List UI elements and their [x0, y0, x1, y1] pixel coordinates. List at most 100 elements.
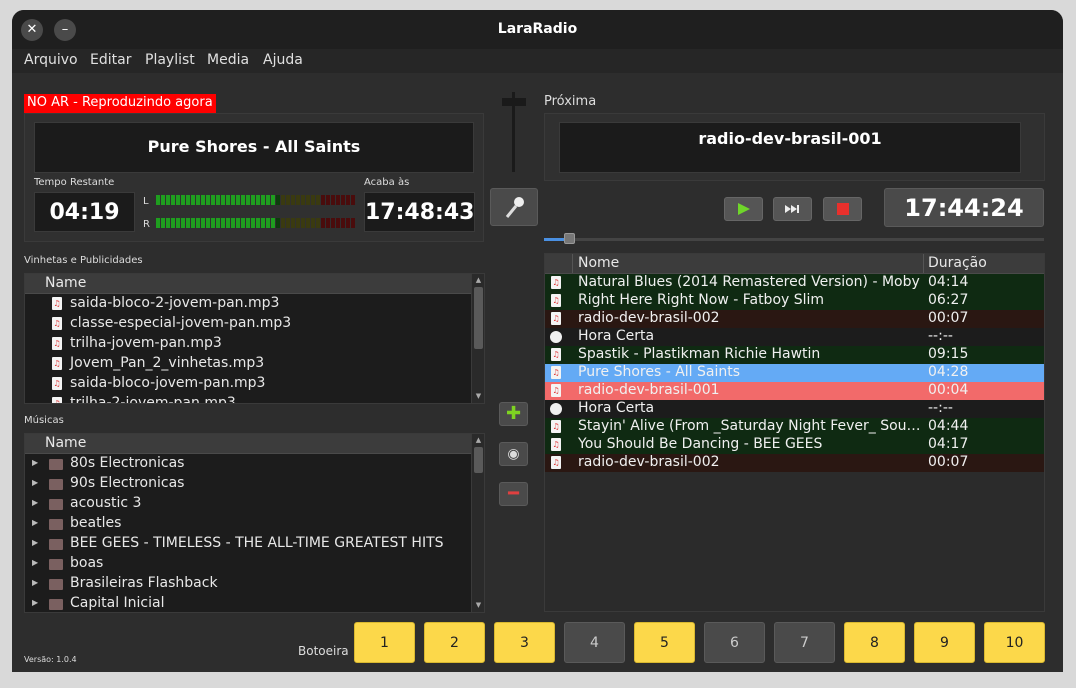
music-header[interactable]: Name: [25, 434, 484, 454]
jingles-header[interactable]: Name: [25, 274, 484, 294]
expand-arrow-icon[interactable]: ▶: [32, 558, 38, 567]
expand-arrow-icon[interactable]: ▶: [32, 538, 38, 547]
botoeira-button-7[interactable]: 7: [774, 622, 835, 663]
playlist-header-duration[interactable]: Duração: [928, 255, 987, 271]
scroll-up-icon[interactable]: ▲: [474, 436, 483, 445]
playlist-header-icon-col[interactable]: [545, 254, 573, 273]
add-to-playlist-button[interactable]: ✚: [499, 402, 528, 426]
botoeira-button-2[interactable]: 2: [424, 622, 485, 663]
playlist-row[interactable]: ♫ Right Here Right Now - Fatboy Slim 06:27: [545, 292, 1044, 310]
botoeira-button-3[interactable]: 3: [494, 622, 555, 663]
folder-name: Brasileiras Flashback: [70, 575, 218, 591]
music-folder-row[interactable]: ▶ 80s Electronicas: [25, 454, 484, 474]
meter-segment: [331, 195, 335, 205]
jingles-scroll-thumb[interactable]: [474, 287, 483, 349]
meter-segment: [271, 195, 275, 205]
playlist-row[interactable]: ♫ You Should Be Dancing - BEE GEES 04:17: [545, 436, 1044, 454]
botoeira-button-1[interactable]: 1: [354, 622, 415, 663]
meter-segment: [201, 195, 205, 205]
jingle-row[interactable]: ♫ saida-bloco-jovem-pan.mp3: [25, 374, 484, 394]
music-scroll-thumb[interactable]: [474, 447, 483, 473]
playlist-item-duration: --:--: [928, 328, 953, 344]
playlist-header-name[interactable]: Nome: [578, 255, 619, 271]
next-panel: radio-dev-brasil-001: [544, 113, 1045, 181]
expand-arrow-icon[interactable]: ▶: [32, 498, 38, 507]
menu-editar[interactable]: Editar: [90, 52, 131, 68]
music-folder-row[interactable]: ▶ Brasileiras Flashback: [25, 574, 484, 594]
playlist-item-duration: 04:28: [928, 364, 969, 380]
expand-arrow-icon[interactable]: ▶: [32, 578, 38, 587]
seek-progress: [544, 238, 566, 241]
scroll-down-icon[interactable]: ▼: [474, 601, 483, 610]
stop-button[interactable]: [823, 197, 862, 221]
music-list[interactable]: Name ▶ 80s Electronicas ▶ 90s Electronicas ▶…: [24, 433, 485, 613]
playlist-row[interactable]: ♫ Pure Shores - All Saints 04:28: [545, 364, 1044, 382]
playlist-item-duration: 04:14: [928, 274, 969, 290]
title-bar: ✕ – LaraRadio: [12, 10, 1063, 49]
music-file-icon: ♫: [551, 348, 561, 361]
jingles-list[interactable]: Name ♫ saida-bloco-2-jovem-pan.mp3 ♫ classe…: [24, 273, 485, 404]
volume-slider-handle[interactable]: [502, 98, 526, 107]
scroll-up-icon[interactable]: ▲: [474, 276, 483, 285]
scroll-down-icon[interactable]: ▼: [474, 392, 483, 401]
playlist-item-name: Stayin' Alive (From _Saturday Night Feve…: [578, 418, 923, 434]
expand-arrow-icon[interactable]: ▶: [32, 518, 38, 527]
playlist-row[interactable]: ♫ Stayin' Alive (From _Saturday Night Fev…: [545, 418, 1044, 436]
playlist-row[interactable]: ♫ radio-dev-brasil-001 00:04: [545, 382, 1044, 400]
seek-bar[interactable]: [544, 238, 1044, 241]
music-folder-row[interactable]: ▶ 90s Electronicas: [25, 474, 484, 494]
microphone-button[interactable]: [490, 188, 538, 226]
playlist-table[interactable]: Nome Duração ♫ Natural Blues (2014 Remast…: [544, 253, 1045, 612]
meter-segment: [176, 218, 180, 228]
playlist-item-name: radio-dev-brasil-002: [578, 454, 720, 470]
expand-arrow-icon[interactable]: ▶: [32, 598, 38, 607]
playlist-row[interactable]: ♫ radio-dev-brasil-002 00:07: [545, 310, 1044, 328]
add-special-button[interactable]: ◉: [499, 442, 528, 466]
app-window: ✕ – LaraRadio Arquivo Editar Playlist Me…: [12, 10, 1063, 672]
jingles-scrollbar[interactable]: ▲ ▼: [471, 274, 484, 403]
playlist-item-duration: 00:04: [928, 382, 969, 398]
botoeira-button-8[interactable]: 8: [844, 622, 905, 663]
skip-button[interactable]: [773, 197, 812, 221]
seek-handle[interactable]: [564, 233, 575, 244]
meter-segment: [216, 218, 220, 228]
music-scrollbar[interactable]: ▲ ▼: [471, 434, 484, 612]
meter-segment: [301, 218, 305, 228]
playlist-row[interactable]: ♫ Natural Blues (2014 Remastered Version)…: [545, 274, 1044, 292]
botoeira-button-10[interactable]: 10: [984, 622, 1045, 663]
expand-arrow-icon[interactable]: ▶: [32, 458, 38, 467]
jingle-row[interactable]: ♫ trilha-2-jovem-pan.mp3: [25, 394, 484, 403]
playlist-row[interactable]: Hora Certa --:--: [545, 328, 1044, 346]
music-folder-row[interactable]: ▶ beatles: [25, 514, 484, 534]
play-button[interactable]: [724, 197, 763, 221]
playlist-item-name: Spastik - Plastikman Richie Hawtin: [578, 346, 821, 362]
meter-segment: [241, 195, 245, 205]
music-folder-row[interactable]: ▶ acoustic 3: [25, 494, 484, 514]
play-icon: [738, 203, 750, 215]
music-folder-row[interactable]: ▶ BEE GEES - TIMELESS - THE ALL-TIME GREA…: [25, 534, 484, 554]
meter-segment: [271, 218, 275, 228]
jingle-row[interactable]: ♫ classe-especial-jovem-pan.mp3: [25, 314, 484, 334]
meter-segment: [211, 195, 215, 205]
remove-from-playlist-button[interactable]: ━: [499, 482, 528, 506]
jingle-row[interactable]: ♫ saida-bloco-2-jovem-pan.mp3: [25, 294, 484, 314]
menu-playlist[interactable]: Playlist: [145, 52, 195, 68]
botoeira-button-5[interactable]: 5: [634, 622, 695, 663]
playlist-row[interactable]: ♫ radio-dev-brasil-002 00:07: [545, 454, 1044, 472]
playlist-row[interactable]: ♫ Spastik - Plastikman Richie Hawtin 09:15: [545, 346, 1044, 364]
playlist-row[interactable]: Hora Certa --:--: [545, 400, 1044, 418]
meter-segment: [226, 218, 230, 228]
menu-arquivo[interactable]: Arquivo: [24, 52, 78, 68]
music-folder-row[interactable]: ▶ Capital Inicial: [25, 594, 484, 612]
botoeira-button-6[interactable]: 6: [704, 622, 765, 663]
botoeira-button-4[interactable]: 4: [564, 622, 625, 663]
jingle-row[interactable]: ♫ Jovem_Pan_2_vinhetas.mp3: [25, 354, 484, 374]
music-header-name: Name: [45, 435, 87, 451]
menu-media[interactable]: Media: [207, 52, 249, 68]
meter-segment: [346, 218, 350, 228]
expand-arrow-icon[interactable]: ▶: [32, 478, 38, 487]
jingle-row[interactable]: ♫ trilha-jovem-pan.mp3: [25, 334, 484, 354]
botoeira-button-9[interactable]: 9: [914, 622, 975, 663]
menu-ajuda[interactable]: Ajuda: [263, 52, 303, 68]
music-folder-row[interactable]: ▶ boas: [25, 554, 484, 574]
